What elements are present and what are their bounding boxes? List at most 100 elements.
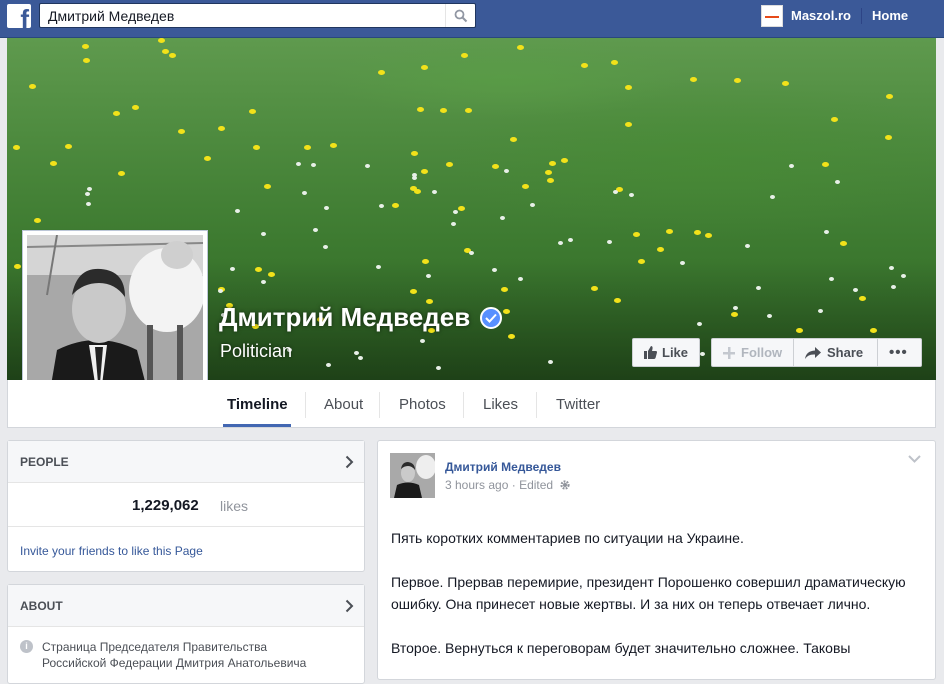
tab-likes[interactable]: Likes [483, 396, 518, 413]
dandelion-decoration [614, 298, 621, 303]
dandelion-decoration [264, 184, 271, 189]
dandelion-decoration [547, 178, 554, 183]
user-avatar[interactable] [761, 5, 783, 27]
white-flower-decoration [558, 241, 563, 245]
dandelion-decoration [694, 230, 701, 235]
white-flower-decoration [770, 195, 775, 199]
dandelion-decoration [510, 137, 517, 142]
white-flower-decoration [420, 339, 425, 343]
white-flower-decoration [629, 193, 634, 197]
home-link[interactable]: Home [872, 8, 908, 23]
divider [861, 8, 862, 24]
like-button[interactable]: Like [632, 338, 700, 367]
white-flower-decoration [733, 306, 738, 310]
dandelion-decoration [638, 259, 645, 264]
white-flower-decoration [518, 277, 523, 281]
chevron-down-icon[interactable] [908, 455, 921, 463]
dandelion-decoration [204, 156, 211, 161]
white-flower-decoration [607, 240, 612, 244]
gear-icon[interactable] [559, 479, 571, 491]
dandelion-decoration [118, 171, 125, 176]
dandelion-decoration [611, 60, 618, 65]
more-options-button[interactable]: ••• [877, 338, 922, 367]
top-navigation-bar: f Maszol.ro Home [0, 0, 944, 38]
dandelion-decoration [461, 53, 468, 58]
dandelion-decoration [253, 145, 260, 150]
dandelion-decoration [731, 312, 738, 317]
tab-about[interactable]: About [324, 396, 363, 413]
post-author-name[interactable]: Дмитрий Медведев [445, 460, 561, 474]
dandelion-decoration [446, 162, 453, 167]
dandelion-decoration [410, 186, 417, 191]
white-flower-decoration [87, 187, 92, 191]
dandelion-decoration [734, 78, 741, 83]
white-flower-decoration [767, 314, 772, 318]
dandelion-decoration [831, 117, 838, 122]
dandelion-decoration [561, 158, 568, 163]
post-author-avatar[interactable] [390, 453, 435, 498]
white-flower-decoration [261, 280, 266, 284]
people-box-title: PEOPLE [20, 455, 69, 469]
dandelion-decoration [218, 126, 225, 131]
white-flower-decoration [358, 356, 363, 360]
white-flower-decoration [901, 274, 906, 278]
tab-timeline[interactable]: Timeline [227, 396, 288, 413]
post-text: Пять коротких комментариев по ситуации н… [391, 527, 911, 681]
white-flower-decoration [296, 162, 301, 166]
divider [305, 392, 306, 418]
tab-twitter[interactable]: Twitter [556, 396, 600, 413]
search-button[interactable] [445, 4, 475, 27]
dandelion-decoration [82, 44, 89, 49]
post-timestamp[interactable]: 3 hours ago [445, 478, 508, 492]
post-edited-link[interactable]: Edited [519, 478, 553, 492]
white-flower-decoration [376, 265, 381, 269]
white-flower-decoration [818, 309, 823, 313]
active-tab-indicator [223, 424, 291, 427]
dandelion-decoration [330, 143, 337, 148]
white-flower-decoration [218, 289, 223, 293]
dandelion-decoration [421, 169, 428, 174]
dandelion-decoration [132, 105, 139, 110]
follow-label: Follow [741, 345, 783, 360]
user-profile-link[interactable]: Maszol.ro [791, 8, 851, 23]
white-flower-decoration [311, 163, 316, 167]
page-category[interactable]: Politician [220, 341, 292, 362]
white-flower-decoration [789, 164, 794, 168]
white-flower-decoration [568, 238, 573, 242]
meta-separator: · [511, 478, 516, 492]
facebook-logo-icon[interactable]: f [7, 4, 31, 28]
invite-friends-link[interactable]: Invite your friends to like this Page [20, 544, 203, 558]
white-flower-decoration [756, 286, 761, 290]
post-meta: 3 hours ago · Edited [445, 478, 571, 492]
search-box [39, 3, 476, 28]
white-flower-decoration [824, 230, 829, 234]
white-flower-decoration [745, 244, 750, 248]
search-icon [454, 9, 468, 23]
chevron-right-icon [345, 455, 354, 469]
dandelion-decoration [885, 135, 892, 140]
dandelion-decoration [465, 108, 472, 113]
follow-button[interactable]: Follow [711, 338, 794, 367]
dandelion-decoration [83, 58, 90, 63]
dandelion-decoration [34, 218, 41, 223]
timeline-post: Дмитрий Медведев 3 hours ago · Edited Пя… [377, 440, 936, 680]
white-flower-decoration [326, 363, 331, 367]
search-input[interactable] [40, 4, 445, 27]
page-title[interactable]: Дмитрий Медведев [219, 302, 470, 333]
white-flower-decoration [412, 176, 417, 180]
people-box-header[interactable]: PEOPLE [8, 441, 364, 483]
dandelion-decoration [625, 122, 632, 127]
dandelion-decoration [169, 53, 176, 58]
dandelion-decoration [657, 247, 664, 252]
white-flower-decoration [85, 192, 90, 196]
dandelion-decoration [666, 229, 673, 234]
dandelion-decoration [705, 233, 712, 238]
dandelion-decoration [859, 296, 866, 301]
dandelion-decoration [13, 145, 20, 150]
tab-photos[interactable]: Photos [399, 396, 446, 413]
about-box-header[interactable]: ABOUT [8, 585, 364, 627]
share-button[interactable]: Share [794, 338, 878, 367]
timeline-navbar: Timeline About Photos Likes Twitter [7, 380, 936, 428]
post-paragraph: Первое. Прервав перемирие, президент Пор… [391, 574, 906, 612]
divider [379, 392, 380, 418]
